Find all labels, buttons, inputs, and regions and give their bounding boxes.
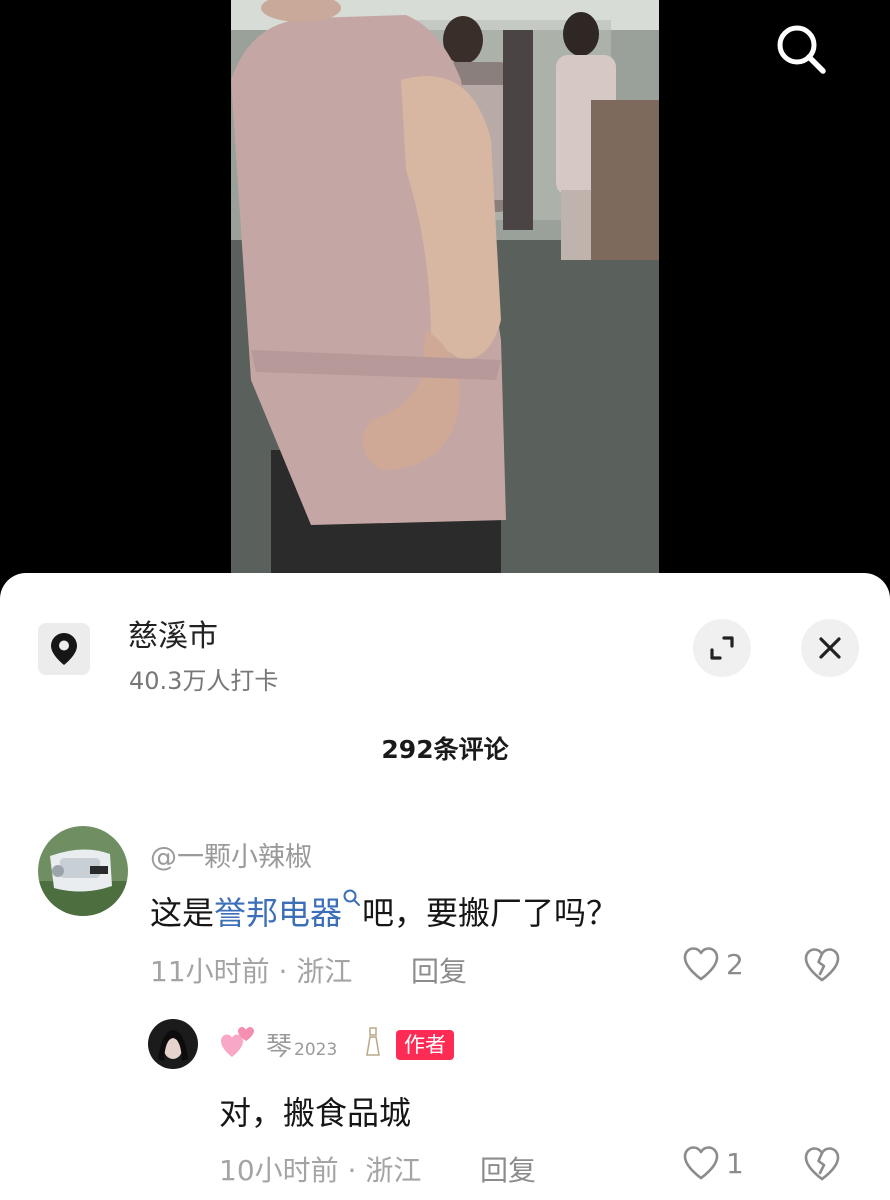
broken-heart-icon [804,1147,840,1181]
expand-button[interactable] [693,619,751,677]
reply-button[interactable]: 回复 [411,950,467,990]
reply-username[interactable]: 琴 2023 [266,1026,337,1063]
avatar[interactable] [38,826,128,916]
comment-count-title: 292条评论 [381,735,509,764]
broken-heart-icon [804,948,840,982]
reply-text: 对，搬食品城 [219,1094,412,1132]
like-count: 2 [726,947,744,981]
reply-dislike-button[interactable] [803,1146,841,1186]
comment-link[interactable]: 誉邦电器 [214,894,342,932]
avatar-image [38,826,128,916]
like-button[interactable]: 2 [682,946,744,982]
link-search-icon[interactable] [342,888,362,910]
author-badge: 作者 [396,1030,454,1060]
search-button[interactable] [770,18,832,80]
video-frame[interactable] [231,0,659,575]
location-pin-button[interactable] [38,623,90,675]
reply-username-deco: 2023 [294,1040,338,1060]
like-count: 1 [726,1146,744,1180]
dislike-button[interactable] [803,947,841,987]
comments-sheet: 慈溪市 40.3万人打卡 292条评论 @一颗小辣椒 这是誉邦电器 吧，要搬厂了吗… [0,573,890,1200]
heart-icon [683,1146,719,1180]
comment-text: 这是誉邦电器 吧，要搬厂了吗？ [150,888,618,934]
map-pin-icon [51,633,77,665]
reply-username-text: 琴 [266,1032,293,1062]
comment-text-after: 吧，要搬厂了吗？ [362,894,619,932]
search-icon [777,25,826,74]
perfume-deco-icon [366,1027,380,1056]
reply-avatar-image [148,1019,198,1069]
location-name[interactable]: 慈溪市 [128,611,218,655]
expand-icon [710,636,734,660]
reply-like-button[interactable]: 1 [682,1145,744,1181]
video-scene [231,0,659,575]
comment-time-location: 11小时前 · 浙江 [150,955,353,988]
sparkling-hearts-icon [218,1025,258,1069]
comment-username[interactable]: @一颗小辣椒 [150,835,312,874]
close-icon [819,637,841,659]
reply-time-location: 10小时前 · 浙江 [219,1154,422,1187]
reply-avatar[interactable] [148,1019,198,1069]
reply-reply-button[interactable]: 回复 [480,1149,536,1189]
comment-text-before: 这是 [150,894,215,932]
video-player[interactable] [0,0,890,600]
heart-icon [683,947,719,981]
close-button[interactable] [801,619,859,677]
location-checkin-count: 40.3万人打卡 [129,667,279,695]
